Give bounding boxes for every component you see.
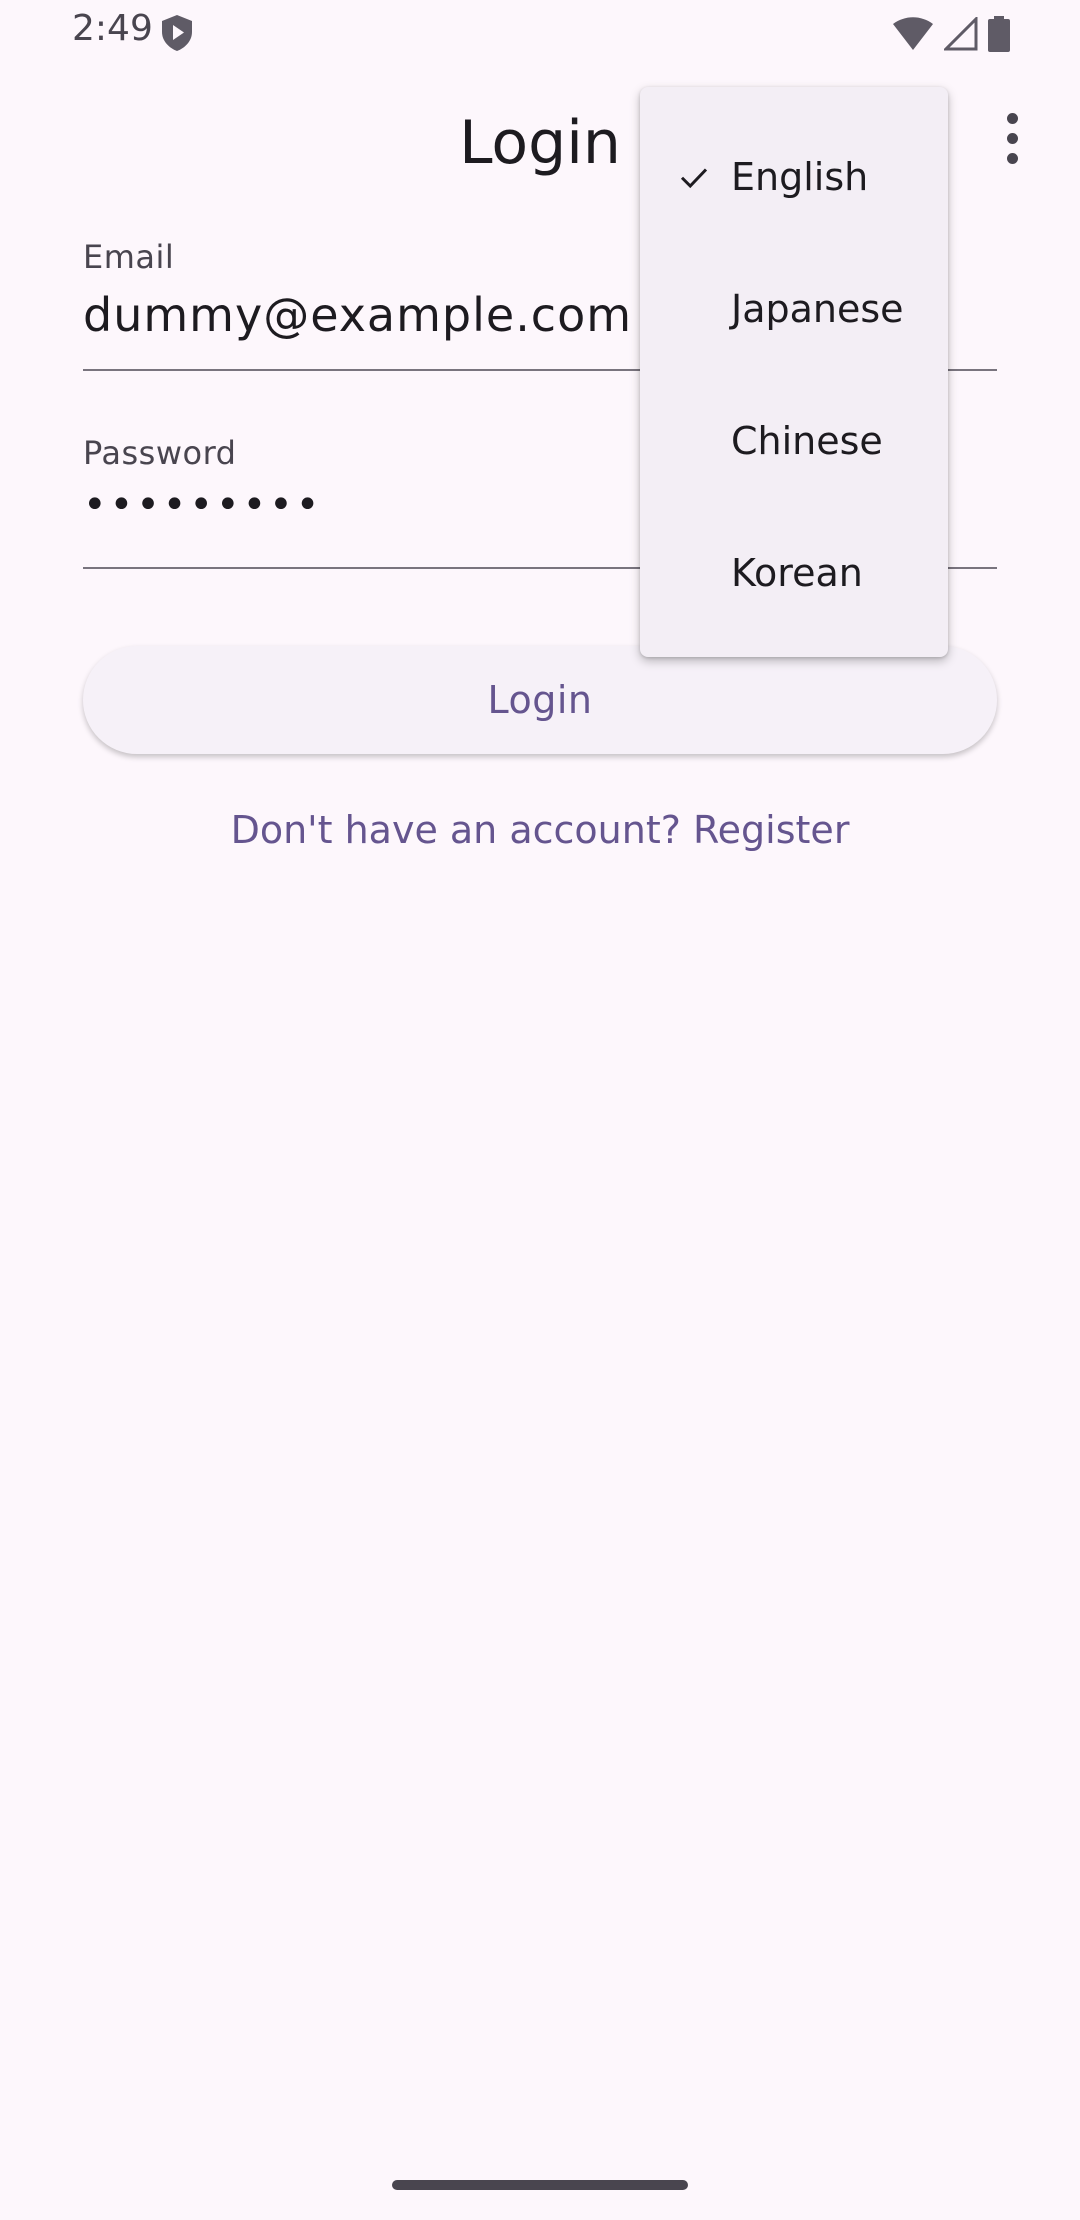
menu-item-english[interactable]: English bbox=[640, 111, 948, 243]
more-vertical-icon bbox=[1006, 112, 1018, 124]
menu-item-label: Korean bbox=[731, 551, 863, 595]
menu-item-label: English bbox=[731, 155, 869, 199]
register-link[interactable]: Don't have an account? Register bbox=[0, 808, 1080, 852]
language-menu: English Japanese Chinese Korean bbox=[640, 87, 948, 657]
menu-item-japanese[interactable]: Japanese bbox=[640, 243, 948, 375]
home-indicator[interactable] bbox=[392, 2180, 688, 2190]
status-bar: 2:49 bbox=[0, 0, 1080, 66]
menu-item-label: Japanese bbox=[731, 287, 904, 331]
battery-icon bbox=[988, 16, 1010, 52]
login-button[interactable]: Login bbox=[83, 646, 997, 754]
wifi-icon bbox=[893, 17, 933, 50]
more-vertical-icon-dot bbox=[1006, 132, 1018, 144]
check-icon bbox=[680, 168, 708, 189]
shield-play-icon bbox=[162, 15, 192, 51]
menu-item-label: Chinese bbox=[731, 419, 883, 463]
status-time: 2:49 bbox=[72, 8, 153, 49]
status-icons bbox=[892, 14, 1010, 54]
menu-item-chinese[interactable]: Chinese bbox=[640, 375, 948, 507]
cellular-signal-icon bbox=[944, 17, 978, 51]
more-options-button[interactable] bbox=[984, 106, 1040, 170]
menu-item-korean[interactable]: Korean bbox=[640, 507, 948, 639]
more-vertical-icon-dot bbox=[1006, 152, 1018, 164]
